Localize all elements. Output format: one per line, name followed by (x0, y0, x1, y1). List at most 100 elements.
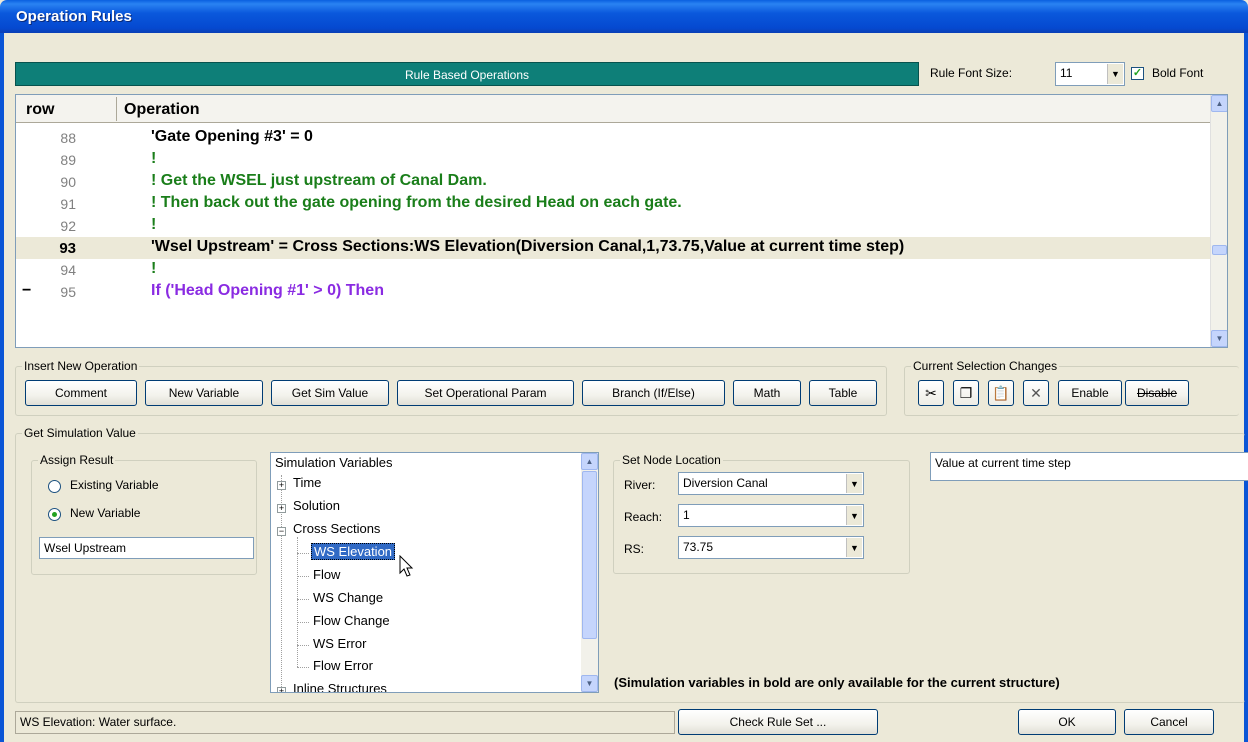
comment-button[interactable]: Comment (25, 380, 137, 406)
collapse-icon[interactable]: − (277, 527, 286, 536)
chevron-down-icon[interactable]: ▼ (846, 506, 862, 525)
value-type-item[interactable]: Value at current time step (935, 456, 1071, 470)
table-row[interactable]: 90 ! Get the WSEL just upstream of Canal … (16, 171, 1212, 193)
cancel-button[interactable]: Cancel (1124, 709, 1214, 735)
scroll-up-icon[interactable]: ▲ (581, 453, 598, 470)
bold-font-checkbox[interactable]: ✓ (1131, 67, 1144, 80)
operation-text: If ('Head Opening #1' > 0) Then (151, 282, 384, 299)
rs-select[interactable]: 73.75 ▼ (678, 536, 864, 559)
variable-name-input[interactable]: Wsel Upstream (39, 537, 254, 559)
table-row[interactable]: 89! (16, 149, 1212, 171)
tree-root[interactable]: Simulation Variables (275, 455, 393, 470)
disable-button[interactable]: Disable (1125, 380, 1189, 406)
math-button[interactable]: Math (733, 380, 801, 406)
expand-icon[interactable]: + (277, 687, 286, 692)
copy-icon[interactable]: ❐ (953, 380, 979, 406)
expand-icon[interactable]: + (277, 504, 286, 513)
river-value: Diversion Canal (683, 476, 768, 490)
grid-scrollbar[interactable]: ▲ ▼ (1210, 95, 1227, 347)
row-number: 93 (59, 240, 76, 257)
check-rule-set-button[interactable]: Check Rule Set ... (678, 709, 878, 735)
row-number: 92 (60, 218, 76, 234)
row-number: 91 (60, 196, 76, 212)
tree-item-ws-elevation[interactable]: WS Elevation (311, 543, 396, 560)
enable-button[interactable]: Enable (1058, 380, 1122, 406)
simulation-variables-note: (Simulation variables in bold are only a… (614, 675, 1060, 690)
chevron-down-icon[interactable]: ▼ (846, 474, 862, 493)
tree-scrollbar[interactable]: ▲ ▼ (581, 453, 598, 692)
new-variable-button[interactable]: New Variable (145, 380, 263, 406)
table-row[interactable]: 94! (16, 259, 1212, 281)
tree-item-cross-sections[interactable]: Cross Sections (293, 521, 380, 536)
tree-item-time[interactable]: Time (293, 475, 321, 490)
title-bar: Operation Rules (0, 0, 1248, 33)
branch-if-else-button[interactable]: Branch (If/Else) (582, 380, 725, 406)
table-row[interactable]: 93 'Wsel Upstream' = Cross Sections:WS El… (16, 237, 1212, 259)
tree-item-ws-error[interactable]: WS Error (313, 636, 366, 651)
tree-item-ws-change[interactable]: WS Change (313, 590, 383, 605)
chevron-down-icon[interactable]: ▼ (846, 538, 862, 557)
river-label: River: (624, 478, 656, 492)
rule-font-size-value: 11 (1060, 66, 1073, 80)
node-location-legend: Set Node Location (620, 453, 723, 467)
tree-line (297, 537, 298, 667)
scroll-down-icon[interactable]: ▼ (581, 675, 598, 692)
row-number: 94 (60, 262, 76, 278)
delete-icon[interactable]: ✕ (1023, 380, 1049, 406)
table-row[interactable]: 88 'Gate Opening #3' = 0 (16, 127, 1212, 149)
bold-font-label: Bold Font (1152, 66, 1204, 80)
row-number: 88 (60, 130, 76, 146)
operation-rules-window: Operation Rules Rule Based Operations Ru… (0, 0, 1248, 742)
scroll-down-icon[interactable]: ▼ (1211, 330, 1227, 347)
tree-item-flow-error[interactable]: Flow Error (313, 658, 373, 673)
mouse-cursor-icon (399, 555, 414, 577)
scroll-up-icon[interactable]: ▲ (1211, 95, 1227, 112)
status-bar: WS Elevation: Water surface. (15, 711, 675, 734)
tree-line (297, 645, 309, 646)
ok-button[interactable]: OK (1018, 709, 1116, 735)
tree-item-solution[interactable]: Solution (293, 498, 340, 513)
paste-icon[interactable]: 📋 (988, 380, 1014, 406)
table-row[interactable]: 92! (16, 215, 1212, 237)
tree-line (297, 553, 309, 554)
operation-text: 'Wsel Upstream' = Cross Sections:WS Elev… (151, 238, 905, 255)
tree-item-inline-structures[interactable]: Inline Structures (293, 681, 387, 692)
reach-value: 1 (683, 508, 690, 522)
value-type-list[interactable]: Value at current time step (930, 452, 1248, 481)
river-select[interactable]: Diversion Canal ▼ (678, 472, 864, 495)
table-button[interactable]: Table (809, 380, 877, 406)
table-row[interactable]: 91 ! Then back out the gate opening from … (16, 193, 1212, 215)
tree-item-flow-change[interactable]: Flow Change (313, 613, 390, 628)
rs-value: 73.75 (683, 540, 714, 554)
tree-item-flow[interactable]: Flow (313, 567, 340, 582)
tree-line (297, 622, 309, 623)
rule-font-size-label: Rule Font Size: (930, 66, 1013, 80)
operation-text: ! Then back out the gate opening from th… (151, 194, 682, 211)
cut-icon[interactable]: ✂ (918, 380, 944, 406)
scroll-thumb[interactable] (1212, 245, 1227, 255)
reach-select[interactable]: 1 ▼ (678, 504, 864, 527)
column-header-operation: Operation (124, 101, 200, 118)
get-sim-legend: Get Simulation Value (22, 426, 138, 440)
rs-label: RS: (624, 542, 645, 556)
operations-grid[interactable]: row Operation 88 'Gate Opening #3' = 0 89!… (15, 94, 1228, 348)
scroll-thumb[interactable] (582, 471, 597, 639)
selection-group-legend: Current Selection Changes (911, 359, 1060, 373)
operation-text: ! (151, 260, 157, 277)
window-frame-left (0, 33, 4, 742)
column-separator[interactable] (116, 97, 117, 121)
operation-text: 'Gate Opening #3' = 0 (151, 128, 313, 145)
rule-font-size-select[interactable]: 11 ▼ (1055, 62, 1125, 86)
set-operational-param-button[interactable]: Set Operational Param (397, 380, 574, 406)
row-number: 95 (60, 284, 76, 300)
table-row[interactable]: −95 If ('Head Opening #1' > 0) Then (16, 281, 1212, 303)
reach-label: Reach: (624, 510, 663, 524)
chevron-down-icon[interactable]: ▼ (1107, 64, 1123, 84)
expand-icon[interactable]: + (277, 481, 286, 490)
simulation-variables-tree[interactable]: Simulation Variables + Time + Solution −… (270, 452, 599, 693)
get-sim-value-button[interactable]: Get Sim Value (271, 380, 389, 406)
new-variable-radio[interactable] (48, 508, 61, 521)
column-header-row: row (26, 101, 55, 118)
insert-group-legend: Insert New Operation (22, 359, 140, 373)
existing-variable-radio[interactable] (48, 480, 61, 493)
